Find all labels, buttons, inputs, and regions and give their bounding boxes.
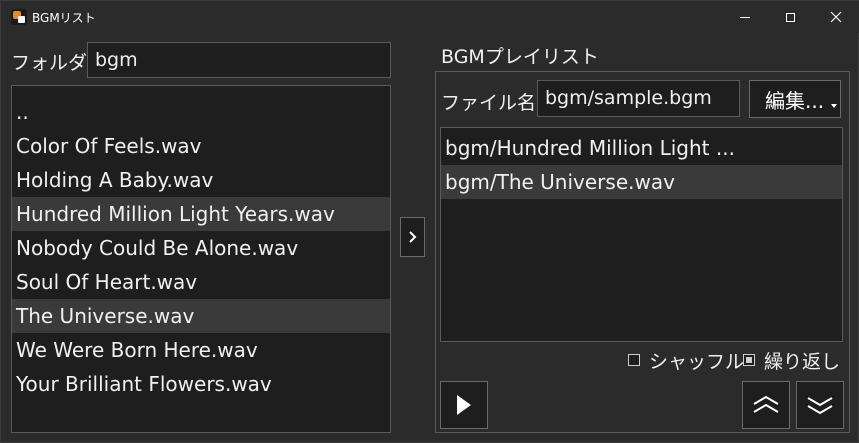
play-icon	[457, 395, 471, 415]
minimize-button[interactable]	[722, 1, 768, 33]
title-bar: BGMリスト	[1, 1, 859, 33]
close-icon	[830, 11, 842, 23]
list-item[interactable]: Holding A Baby.wav	[12, 163, 390, 197]
folder-input[interactable]: bgm	[87, 42, 391, 78]
maximize-button[interactable]	[767, 1, 813, 33]
playlist-list[interactable]: bgm/Hundred Million Light ... bgm/The Uni…	[440, 127, 843, 342]
playlist-heading: BGMプレイリスト	[441, 46, 599, 68]
list-item[interactable]: Soul Of Heart.wav	[12, 265, 390, 299]
move-down-button[interactable]	[796, 381, 844, 429]
list-item[interactable]: Hundred Million Light Years.wav	[12, 197, 390, 231]
dropdown-arrow-icon	[831, 104, 837, 108]
repeat-checkbox[interactable]	[743, 354, 755, 366]
shuffle-checkbox[interactable]	[628, 354, 640, 366]
list-item[interactable]: bgm/Hundred Million Light ...	[441, 131, 842, 165]
close-button[interactable]	[813, 1, 859, 33]
list-item[interactable]: Your Brilliant Flowers.wav	[12, 367, 390, 401]
repeat-label[interactable]: 繰り返し	[764, 347, 840, 374]
chevron-right-icon	[408, 231, 416, 243]
app-icon	[11, 9, 27, 25]
file-list[interactable]: .. Color Of Feels.wav Holding A Baby.wav Hu…	[11, 85, 391, 433]
minimize-icon	[740, 16, 750, 18]
double-chevron-down-icon	[807, 397, 833, 415]
list-item[interactable]: Color Of Feels.wav	[12, 129, 390, 163]
add-to-playlist-button[interactable]	[400, 217, 425, 257]
maximize-icon	[785, 12, 795, 22]
list-item[interactable]: Nobody Could Be Alone.wav	[12, 231, 390, 265]
list-item[interactable]: ..	[12, 95, 390, 129]
edit-button[interactable]: 編集...	[749, 80, 841, 118]
window-title: BGMリスト	[32, 11, 96, 25]
play-button[interactable]	[440, 381, 488, 429]
playlist-file-label: ファイル名	[441, 92, 537, 114]
folder-label: フォルダ	[11, 52, 88, 74]
main-window: BGMリスト フォルダ bgm .. Color Of Feels.wav Hold…	[0, 0, 859, 443]
shuffle-label[interactable]: シャッフル	[649, 347, 744, 374]
edit-button-label: 編集...	[765, 88, 825, 113]
list-item[interactable]: We Were Born Here.wav	[12, 333, 390, 367]
move-up-button[interactable]	[742, 381, 790, 429]
list-item[interactable]: bgm/The Universe.wav	[441, 165, 842, 199]
playlist-file-input[interactable]: bgm/sample.bgm	[537, 80, 740, 117]
list-item[interactable]: The Universe.wav	[12, 299, 390, 333]
double-chevron-up-icon	[753, 395, 779, 413]
